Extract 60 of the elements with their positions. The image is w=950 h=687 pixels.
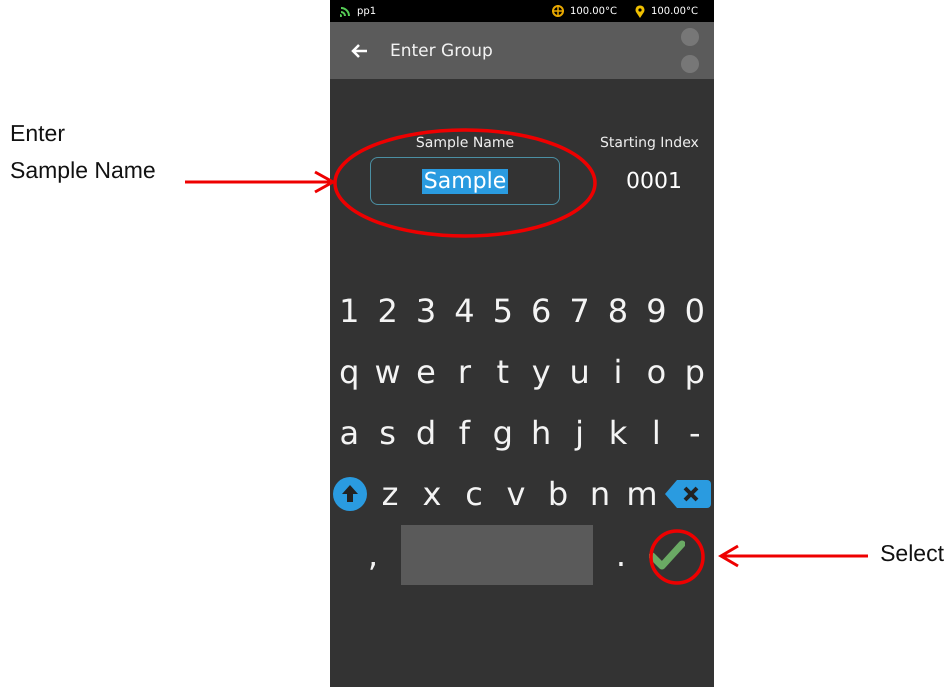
keyboard-key[interactable]: 4: [445, 292, 484, 330]
screen-title: Enter Group: [390, 40, 494, 60]
keyboard-key[interactable]: h: [522, 414, 560, 452]
keyboard-key[interactable]: l: [637, 414, 676, 452]
keyboard-key[interactable]: 0: [676, 292, 714, 330]
keyboard-key[interactable]: 5: [484, 292, 522, 330]
keyboard-key[interactable]: z: [371, 475, 409, 513]
keyboard-key[interactable]: m: [623, 475, 661, 513]
keyboard-key[interactable]: n: [581, 475, 619, 513]
backspace-icon[interactable]: [665, 480, 711, 508]
annotation-text: Select: [880, 540, 944, 567]
temperature-reading: 100.00°C: [570, 6, 618, 16]
keyboard-key[interactable]: g: [484, 414, 522, 452]
keyboard-key[interactable]: o: [637, 353, 676, 391]
arrow-icon: [185, 171, 335, 193]
field-label: Sample Name: [416, 135, 514, 151]
keyboard-key[interactable]: p: [676, 353, 714, 391]
check-icon[interactable]: [649, 540, 685, 570]
keyboard-key[interactable]: 8: [598, 292, 638, 330]
keyboard-key[interactable]: b: [539, 475, 577, 513]
signal-icon: [340, 6, 351, 16]
keyboard-key[interactable]: t: [484, 353, 522, 391]
keyboard-key[interactable]: u: [560, 353, 599, 391]
field-label: Starting Index: [600, 135, 699, 151]
menu-dots-icon[interactable]: [680, 26, 700, 74]
keyboard-key[interactable]: ,: [359, 536, 387, 574]
keyboard-key[interactable]: x: [413, 475, 451, 513]
keyboard-key[interactable]: f: [445, 414, 484, 452]
callout-circle: [649, 529, 705, 585]
starting-index: 0001: [625, 168, 683, 194]
keyboard-key[interactable]: d: [406, 414, 446, 452]
arrow-icon: [718, 545, 868, 567]
keyboard-key[interactable]: .: [607, 536, 635, 574]
device-name: pp1: [357, 6, 378, 16]
keyboard-key[interactable]: 3: [406, 292, 446, 330]
keyboard-key[interactable]: s: [368, 414, 407, 452]
temperature-reading: 100.00°C: [651, 6, 698, 16]
keyboard-key[interactable]: 1: [330, 292, 368, 330]
annotation-text: Enter: [10, 120, 65, 147]
keyboard-key[interactable]: q: [330, 353, 368, 391]
keyboard-key[interactable]: r: [445, 353, 484, 391]
keyboard-key[interactable]: j: [560, 414, 599, 452]
keyboard-key[interactable]: e: [406, 353, 446, 391]
back-arrow-icon[interactable]: [350, 42, 368, 58]
keyboard-key[interactable]: 9: [637, 292, 676, 330]
keyboard-key[interactable]: 2: [368, 292, 407, 330]
keyboard-key[interactable]: i: [598, 353, 638, 391]
keyboard-key[interactable]: y: [522, 353, 560, 391]
keyboard-key[interactable]: c: [455, 475, 493, 513]
annotation-text: Sample Name: [10, 157, 156, 184]
crosshair-icon: [552, 5, 564, 17]
keyboard-key[interactable]: k: [598, 414, 638, 452]
keyboard-key[interactable]: -: [676, 414, 714, 452]
keyboard-key[interactable]: 7: [560, 292, 599, 330]
keyboard-key[interactable]: 6: [522, 292, 560, 330]
keyboard-key[interactable]: a: [330, 414, 368, 452]
pin-icon: [635, 4, 646, 18]
keyboard-key[interactable]: v: [497, 475, 535, 513]
keyboard-key[interactable]: w: [368, 353, 407, 391]
shift-icon[interactable]: [333, 477, 367, 511]
